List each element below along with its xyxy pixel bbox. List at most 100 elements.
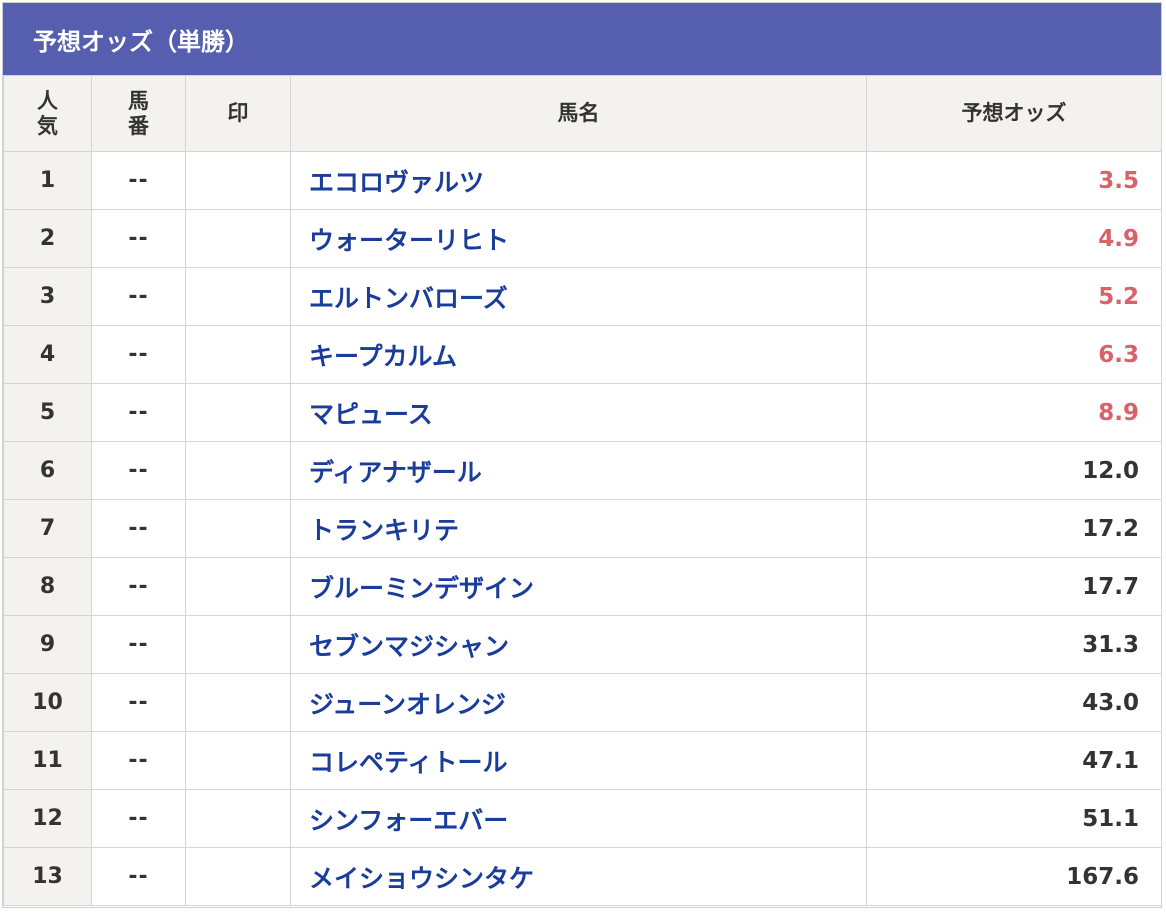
horse-name-cell: セブンマジシャン — [290, 615, 867, 674]
odds-cell: 8.9 — [866, 383, 1162, 442]
horse-name-cell: ウォーターリヒト — [290, 209, 867, 268]
table-row: 3 -- エルトンバローズ 5.2 — [3, 267, 1162, 326]
odds-cell: 12.0 — [866, 441, 1162, 500]
horse-name-cell: ディアナザール — [290, 441, 867, 500]
mark-cell — [185, 325, 291, 384]
odds-cell: 5.2 — [866, 267, 1162, 326]
mark-cell — [185, 615, 291, 674]
horse-number-cell: -- — [91, 673, 186, 732]
rank-cell: 12 — [3, 789, 92, 848]
mark-cell — [185, 673, 291, 732]
horse-name-cell: シンフォーエバー — [290, 789, 867, 848]
horse-number-cell: -- — [91, 847, 186, 906]
odds-cell: 167.6 — [866, 847, 1162, 906]
panel-title: 予想オッズ（単勝） — [3, 3, 1161, 75]
horse-number-cell: -- — [91, 499, 186, 558]
horse-number-cell: -- — [91, 325, 186, 384]
horse-name-cell: エコロヴァルツ — [290, 151, 867, 210]
horse-name-link[interactable]: キープカルム — [309, 342, 457, 371]
col-header-odds: 予想オッズ — [866, 75, 1162, 152]
horse-name-link[interactable]: ディアナザール — [309, 458, 482, 487]
odds-cell: 17.2 — [866, 499, 1162, 558]
table-row: 1 -- エコロヴァルツ 3.5 — [3, 151, 1162, 210]
mark-cell — [185, 789, 291, 848]
odds-cell: 31.3 — [866, 615, 1162, 674]
horse-number-cell: -- — [91, 441, 186, 500]
table-row: 11 -- コレペティトール 47.1 — [3, 731, 1162, 790]
table-row: 12 -- シンフォーエバー 51.1 — [3, 789, 1162, 848]
table-row: 5 -- マピュース 8.9 — [3, 383, 1162, 442]
table-row: 8 -- ブルーミンデザイン 17.7 — [3, 557, 1162, 616]
horse-name-link[interactable]: コレペティトール — [309, 748, 508, 777]
horse-number-cell: -- — [91, 383, 186, 442]
horse-name-link[interactable]: エルトンバローズ — [309, 284, 508, 313]
odds-cell: 17.7 — [866, 557, 1162, 616]
horse-name-cell: ジューンオレンジ — [290, 673, 867, 732]
horse-name-link[interactable]: エコロヴァルツ — [309, 168, 484, 197]
table-row: 13 -- メイショウシンタケ 167.6 — [3, 847, 1162, 906]
horse-number-cell: -- — [91, 151, 186, 210]
rank-cell: 6 — [3, 441, 92, 500]
mark-cell — [185, 441, 291, 500]
odds-table: 人 気 馬 番 印 馬名 予想オッズ 1 -- エコロヴァルツ 3.5 2 -- ウォーター… — [3, 75, 1162, 906]
rank-cell: 10 — [3, 673, 92, 732]
horse-name-cell: キープカルム — [290, 325, 867, 384]
horse-number-cell: -- — [91, 789, 186, 848]
odds-cell: 6.3 — [866, 325, 1162, 384]
odds-cell: 3.5 — [866, 151, 1162, 210]
horse-name-link[interactable]: マピュース — [309, 400, 433, 429]
table-row: 10 -- ジューンオレンジ 43.0 — [3, 673, 1162, 732]
rank-cell: 13 — [3, 847, 92, 906]
rank-cell: 9 — [3, 615, 92, 674]
table-row: 7 -- トランキリテ 17.2 — [3, 499, 1162, 558]
horse-name-link[interactable]: トランキリテ — [309, 516, 459, 545]
col-header-rank: 人 気 — [3, 75, 92, 152]
mark-cell — [185, 847, 291, 906]
table-row: 2 -- ウォーターリヒト 4.9 — [3, 209, 1162, 268]
horse-name-link[interactable]: シンフォーエバー — [309, 806, 508, 835]
table-row: 9 -- セブンマジシャン 31.3 — [3, 615, 1162, 674]
horse-number-cell: -- — [91, 557, 186, 616]
rank-cell: 8 — [3, 557, 92, 616]
horse-number-cell: -- — [91, 615, 186, 674]
horse-name-link[interactable]: メイショウシンタケ — [309, 864, 534, 893]
mark-cell — [185, 383, 291, 442]
horse-name-link[interactable]: ウォーターリヒト — [309, 226, 509, 255]
horse-name-link[interactable]: ジューンオレンジ — [309, 690, 506, 719]
rank-cell: 4 — [3, 325, 92, 384]
horse-number-cell: -- — [91, 731, 186, 790]
rank-cell: 11 — [3, 731, 92, 790]
col-header-number: 馬 番 — [91, 75, 186, 152]
horse-name-cell: マピュース — [290, 383, 867, 442]
col-header-mark: 印 — [185, 75, 291, 152]
odds-panel: 予想オッズ（単勝） 人 気 馬 番 印 馬名 予想オッズ 1 -- エコロヴァルツ 3… — [2, 2, 1162, 908]
rank-cell: 5 — [3, 383, 92, 442]
rank-cell: 1 — [3, 151, 92, 210]
horse-name-cell: エルトンバローズ — [290, 267, 867, 326]
table-row: 6 -- ディアナザール 12.0 — [3, 441, 1162, 500]
horse-name-cell: ブルーミンデザイン — [290, 557, 867, 616]
horse-name-link[interactable]: ブルーミンデザイン — [309, 574, 534, 603]
mark-cell — [185, 151, 291, 210]
odds-cell: 4.9 — [866, 209, 1162, 268]
rank-cell: 3 — [3, 267, 92, 326]
horse-number-cell: -- — [91, 267, 186, 326]
table-header-row: 人 気 馬 番 印 馬名 予想オッズ — [3, 75, 1162, 152]
mark-cell — [185, 557, 291, 616]
mark-cell — [185, 731, 291, 790]
odds-cell: 51.1 — [866, 789, 1162, 848]
horse-name-cell: コレペティトール — [290, 731, 867, 790]
rank-cell: 2 — [3, 209, 92, 268]
rank-cell: 7 — [3, 499, 92, 558]
horse-name-link[interactable]: セブンマジシャン — [309, 632, 509, 661]
table-row: 4 -- キープカルム 6.3 — [3, 325, 1162, 384]
horse-number-cell: -- — [91, 209, 186, 268]
horse-name-cell: メイショウシンタケ — [290, 847, 867, 906]
odds-cell: 43.0 — [866, 673, 1162, 732]
horse-name-cell: トランキリテ — [290, 499, 867, 558]
odds-cell: 47.1 — [866, 731, 1162, 790]
mark-cell — [185, 267, 291, 326]
mark-cell — [185, 499, 291, 558]
col-header-name: 馬名 — [290, 75, 867, 152]
mark-cell — [185, 209, 291, 268]
